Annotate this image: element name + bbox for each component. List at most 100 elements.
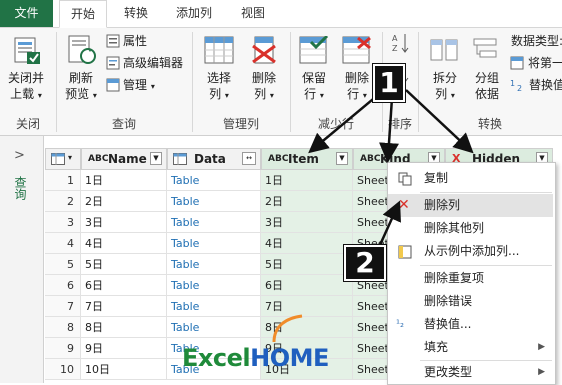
cell-name[interactable]: 7日 (81, 296, 167, 317)
column-filter-dropdown[interactable]: ▼ (336, 152, 348, 165)
column-header-data[interactable]: Data ↔ (167, 148, 261, 170)
tab-home[interactable]: 开始 (59, 0, 107, 28)
cell-data[interactable]: Table (167, 317, 261, 338)
row-number: 7 (45, 296, 81, 317)
text-type-icon: ABC (88, 154, 109, 164)
tab-add-column[interactable]: 添加列 (166, 0, 222, 27)
svg-text:1: 1 (510, 79, 515, 88)
cell-name[interactable]: 9日 (81, 338, 167, 359)
cell-name[interactable]: 3日 (81, 212, 167, 233)
expand-pane-button[interactable]: > (14, 148, 25, 163)
chevron-down-icon: ▾ (68, 153, 73, 162)
cell-name[interactable]: 5日 (81, 254, 167, 275)
keep-rows-icon (299, 36, 329, 64)
menu-item-remove-other-columns[interactable]: 删除其他列 (388, 217, 553, 240)
watermark-text-2: HOME (250, 344, 329, 372)
expand-column-button[interactable]: ↔ (242, 152, 256, 165)
refresh-preview-button[interactable]: 刷新 预览 ▾ (60, 70, 102, 104)
group-by-button[interactable]: 分组 依据 (466, 70, 508, 102)
advanced-editor-button[interactable]: 高级编辑器 (123, 55, 183, 71)
cell-data[interactable]: Table (167, 254, 261, 275)
cell-item[interactable]: 1日 (261, 170, 353, 191)
chevron-down-icon: ▾ (92, 91, 97, 100)
advanced-editor-icon (106, 56, 120, 70)
menu-separator (420, 192, 552, 193)
column-header-item[interactable]: ABC Item ▼ (261, 148, 353, 170)
column-header-label: Data (194, 152, 226, 166)
row-number: 4 (45, 233, 81, 254)
excelhome-watermark: ExcelHOME (182, 344, 329, 372)
split-column-label-2: 列 (435, 87, 448, 101)
cell-data[interactable]: Table (167, 296, 261, 317)
tab-file[interactable]: 文件 (0, 0, 53, 27)
split-column-label-1: 拆分 (432, 71, 457, 85)
cell-item[interactable]: 5日 (261, 254, 353, 275)
properties-button[interactable]: 属性 (123, 33, 147, 49)
menu-item-remove-errors[interactable]: 删除错误 (388, 290, 553, 313)
column-header-name[interactable]: ABC Name ▼ (81, 148, 167, 170)
table-menu-button[interactable]: ▾ (45, 148, 81, 170)
menu-item-fill[interactable]: 填充 ▶ (388, 336, 553, 359)
use-first-row-button[interactable]: 将第一 (528, 55, 562, 71)
column-filter-dropdown[interactable]: ▼ (150, 152, 162, 165)
cell-item[interactable]: 4日 (261, 233, 353, 254)
choose-columns-label-1: 选择 (206, 71, 231, 85)
column-context-menu: 复制 ✕ 删除列 删除其他列 从示例中添加列... 删除重复项 删除错误 ¹₂ … (387, 162, 556, 385)
cell-data[interactable]: Table (167, 212, 261, 233)
menu-item-add-column-from-examples[interactable]: 从示例中添加列... (388, 240, 553, 263)
cell-name[interactable]: 2日 (81, 191, 167, 212)
row-number: 8 (45, 317, 81, 338)
menu-item-label: 替换值... (424, 317, 472, 331)
split-column-icon (430, 39, 458, 61)
cell-name[interactable]: 4日 (81, 233, 167, 254)
row-number: 2 (45, 191, 81, 212)
cell-data[interactable]: Table (167, 191, 261, 212)
data-type-dropdown[interactable]: 数据类型: (511, 33, 562, 49)
menu-item-copy[interactable]: 复制 (388, 167, 553, 190)
tab-view[interactable]: 视图 (229, 0, 277, 27)
use-first-row-icon (510, 56, 524, 70)
chevron-down-icon: ▾ (150, 82, 155, 91)
menu-item-remove-duplicates[interactable]: 删除重复项 (388, 267, 553, 290)
group-label-close: 关闭 (15, 117, 40, 131)
ribbon: 关闭并 上载 ▾ 关闭 刷新 预览 ▾ 属性 高级编辑器 管理 ▾ 查询 选择 … (0, 28, 562, 136)
cell-name[interactable]: 1日 (81, 170, 167, 191)
tab-transform[interactable]: 转换 (112, 0, 160, 27)
menu-item-label: 删除列 (424, 198, 461, 212)
refresh-preview-icon (68, 35, 96, 64)
chevron-down-icon: ▾ (362, 91, 367, 100)
cell-name[interactable]: 8日 (81, 317, 167, 338)
chevron-down-icon: ▾ (450, 91, 455, 100)
row-number: 5 (45, 254, 81, 275)
svg-text:A: A (392, 34, 398, 43)
cell-name[interactable]: 6日 (81, 275, 167, 296)
cell-item[interactable]: 6日 (261, 275, 353, 296)
cell-data[interactable]: Table (167, 275, 261, 296)
chevron-down-icon: ▾ (224, 91, 229, 100)
cell-item[interactable]: 3日 (261, 212, 353, 233)
manage-button[interactable]: 管理 ▾ (123, 77, 155, 95)
table-icon (51, 153, 65, 165)
row-number: 6 (45, 275, 81, 296)
menu-item-remove-columns[interactable]: ✕ 删除列 (388, 194, 553, 217)
remove-columns-button[interactable]: 删除 列 ▾ (243, 70, 285, 104)
menu-item-replace-values[interactable]: ¹₂ 替换值... (388, 313, 553, 336)
manage-icon (106, 78, 120, 92)
group-label-transform: 转换 (477, 117, 502, 131)
replace-values-button[interactable]: 替换值 (529, 77, 562, 93)
text-type-icon: ABC (360, 154, 381, 164)
close-and-load-button[interactable]: 关闭并 上载 ▾ (3, 70, 49, 104)
split-column-button[interactable]: 拆分 列 ▾ (424, 70, 466, 104)
watermark-text-1: Excel (182, 344, 251, 372)
cell-item[interactable]: 2日 (261, 191, 353, 212)
choose-columns-button[interactable]: 选择 列 ▾ (198, 70, 240, 104)
remove-columns-icon (252, 36, 276, 64)
cell-name[interactable]: 10日 (81, 359, 167, 380)
remove-rows-label-2: 行 (347, 87, 360, 101)
cell-data[interactable]: Table (167, 170, 261, 191)
refresh-label-2: 预览 (65, 87, 90, 101)
chevron-down-icon: ▾ (319, 91, 324, 100)
keep-rows-button[interactable]: 保留 行 ▾ (292, 70, 336, 104)
cell-data[interactable]: Table (167, 233, 261, 254)
menu-item-change-type[interactable]: 更改类型 ▶ (388, 361, 553, 384)
